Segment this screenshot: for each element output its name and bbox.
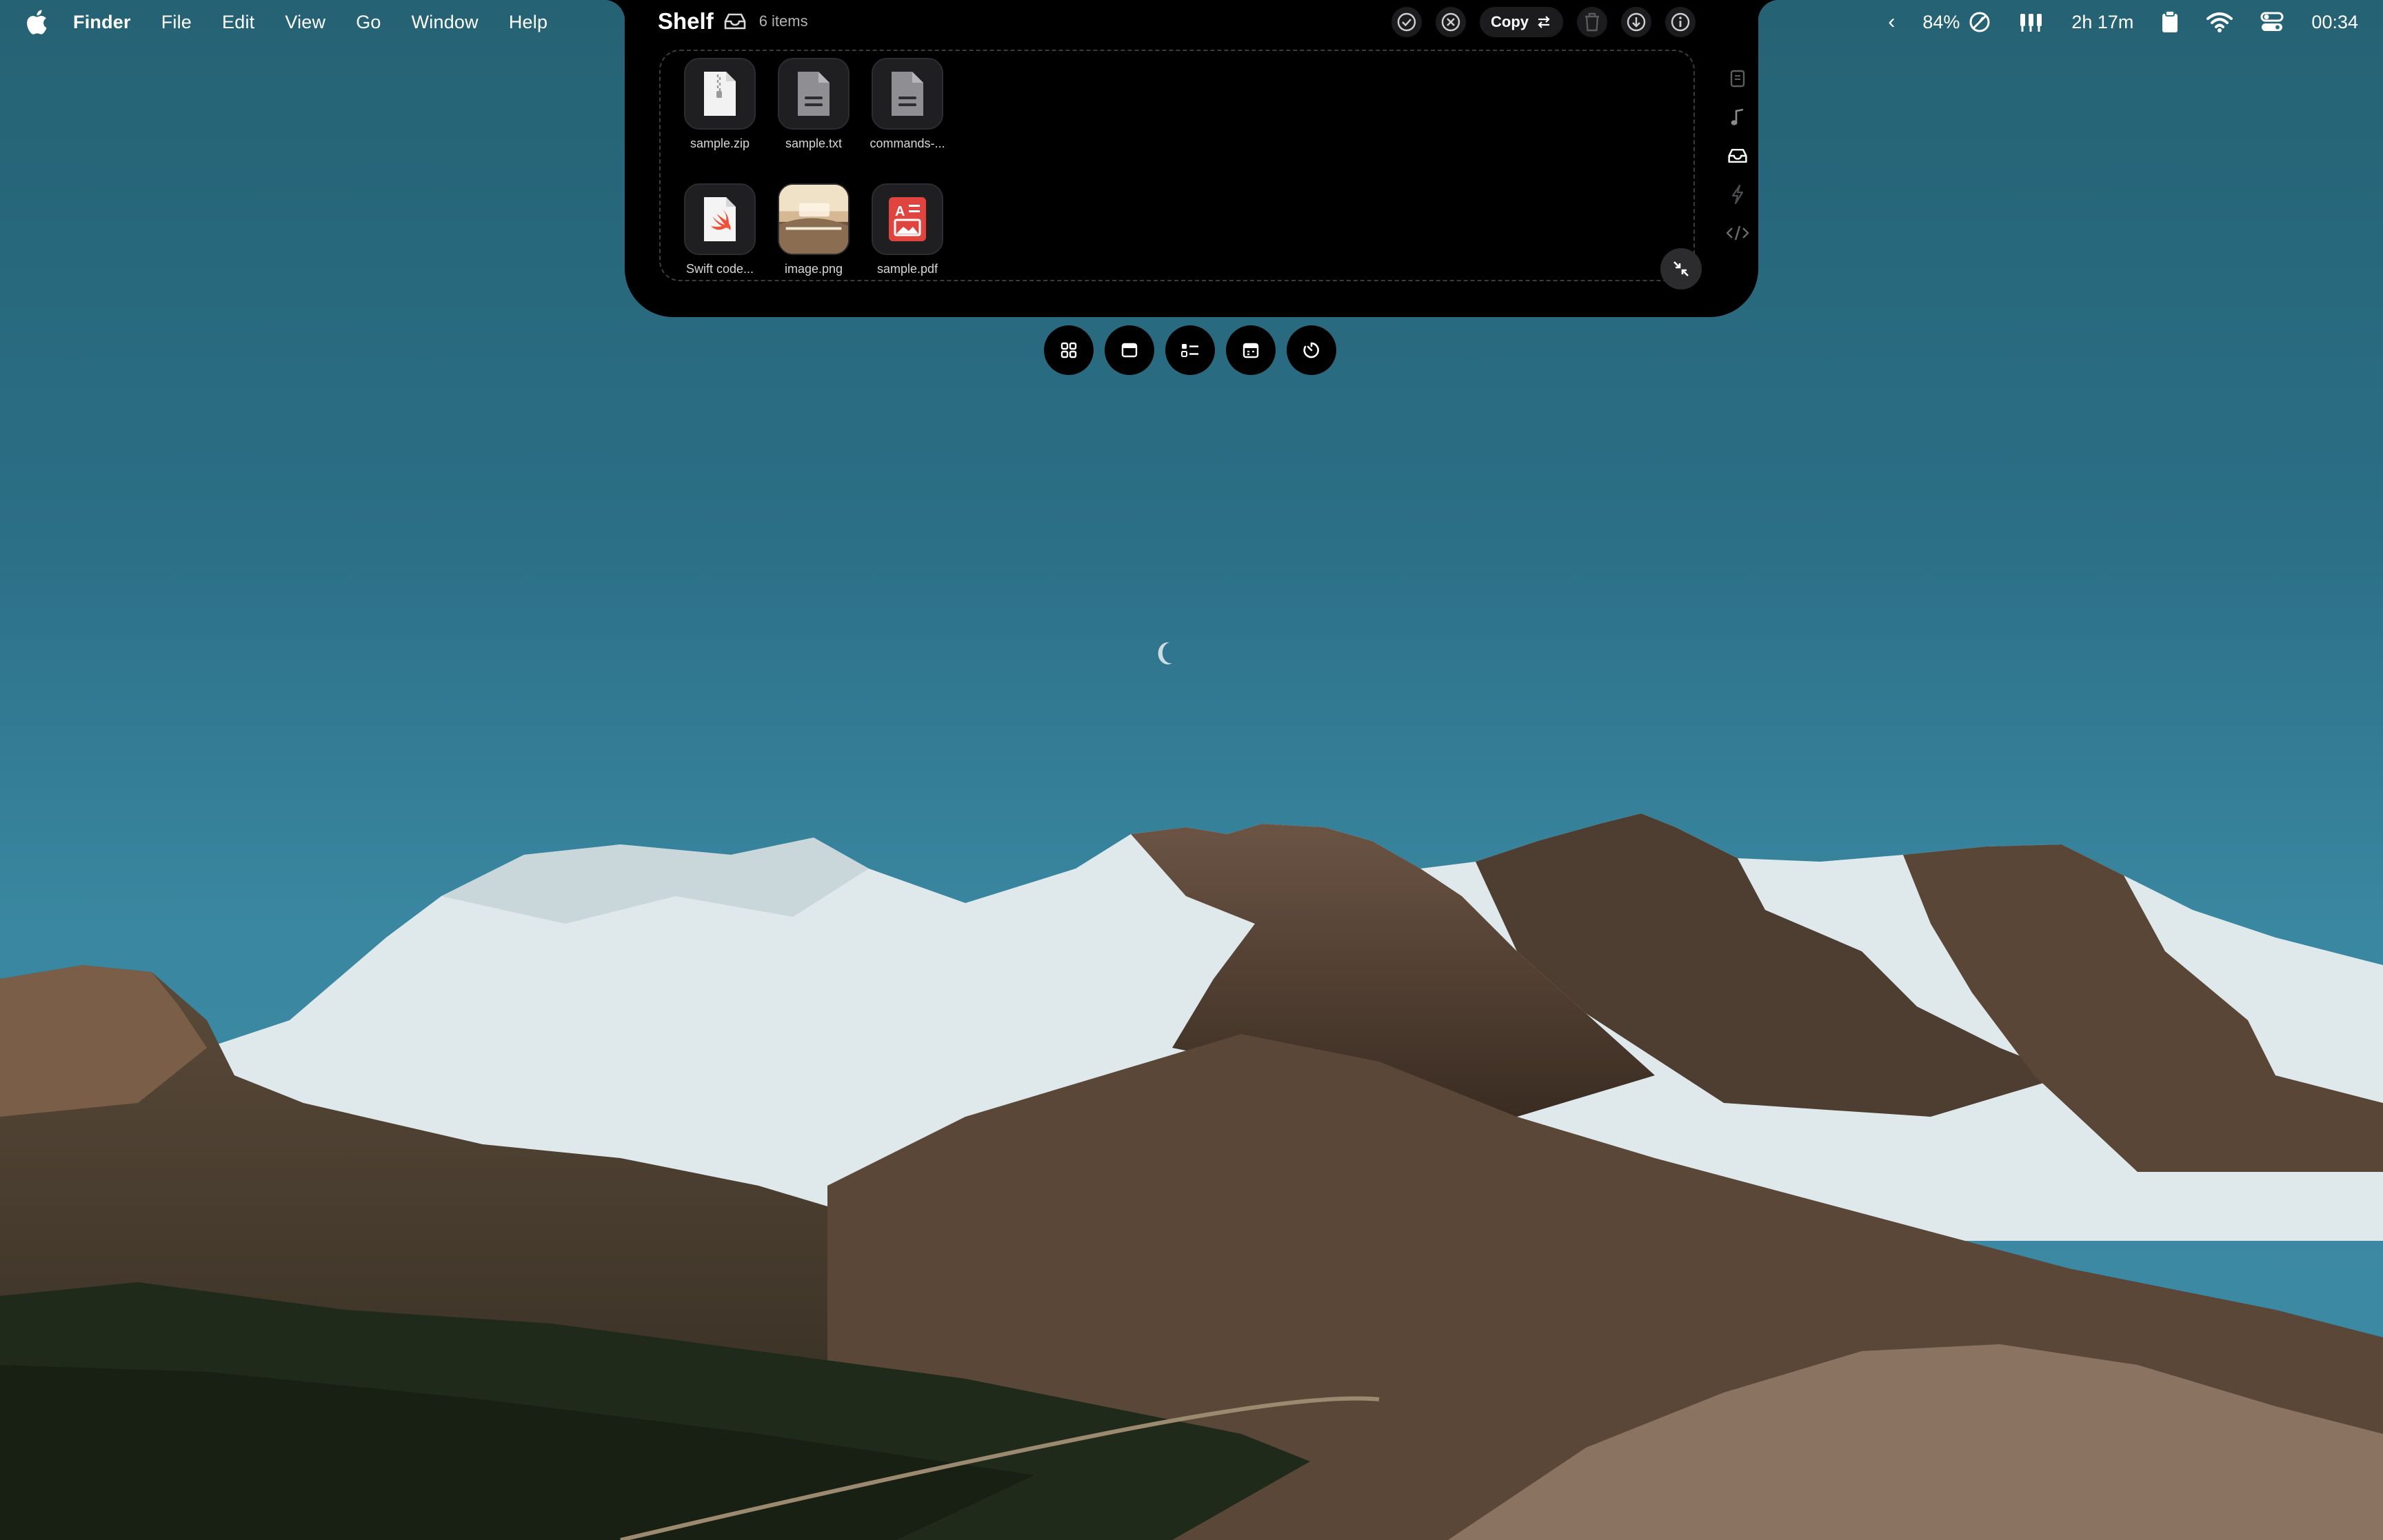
timer-icon [1303,342,1319,358]
apple-logo-icon[interactable] [25,9,48,35]
svg-text:A: A [895,204,905,219]
shelf-item-name: sample.zip [690,136,750,150]
tab-calendar[interactable] [1226,325,1276,375]
arrows-collapse-icon [1673,261,1689,276]
shelf-item[interactable]: A sample.pdf [861,183,954,276]
image-thumbnail [778,183,849,255]
lightning-bolt-icon [1731,184,1744,205]
menu-file[interactable]: File [161,12,192,33]
text-file-icon [872,58,943,130]
tab-timer[interactable] [1287,325,1336,375]
code-brackets-icon [1726,225,1749,241]
shelf-mode-tabs [1044,325,1347,375]
shelf-item[interactable]: Swift code... [673,183,767,276]
wifi-icon[interactable] [2206,12,2233,32]
shelf-item[interactable]: image.png [767,183,861,276]
zip-file-icon [684,58,756,130]
tab-grid[interactable] [1044,325,1094,375]
control-center-icon[interactable] [2260,12,2284,32]
shelf-side-nav [1717,59,1758,252]
menu-view[interactable]: View [285,12,325,33]
shelf-item-name: Swift code... [685,262,754,276]
gauge-slash-icon [1969,12,1990,32]
calendar-icon [1243,343,1259,358]
menu-window[interactable]: Window [412,12,479,33]
text-file-icon [778,58,849,130]
side-nav-shortcuts[interactable] [1717,175,1758,214]
side-nav-music[interactable] [1717,98,1758,136]
music-note-icon [1731,108,1744,125]
menubar-overflow-chevron-icon[interactable]: ‹ [1888,10,1895,34]
swift-file-icon [684,183,756,255]
tab-window[interactable] [1105,325,1154,375]
shelf-item-name: sample.txt [785,136,843,150]
collapse-button[interactable] [1660,248,1702,290]
app-menu-finder[interactable]: Finder [73,12,131,33]
menu-edit[interactable]: Edit [222,12,254,33]
menu-bar: Finder File Edit View Go Window Help ‹ 8… [0,0,2383,44]
shelf-item[interactable]: sample.txt [767,58,861,151]
battery-percent-label: 84% [1922,11,1960,32]
vitals-icon[interactable] [2019,11,2044,33]
tray-icon [1728,148,1747,163]
tab-checklist[interactable] [1165,325,1215,375]
shelf-item-name: commands-... [869,136,945,150]
shelf-item-name: image.png [784,262,843,276]
window-icon [1121,343,1138,358]
pdf-file-icon: A [872,183,943,255]
clipboard-icon[interactable] [2161,10,2179,34]
side-nav-code[interactable] [1717,214,1758,252]
time-remaining-label[interactable]: 2h 17m [2071,12,2133,33]
clipboard-history-icon [1730,70,1745,88]
menu-go[interactable]: Go [356,12,381,33]
side-nav-shelf[interactable] [1717,136,1758,175]
shelf-item[interactable]: sample.zip [673,58,767,151]
menu-help[interactable]: Help [509,12,547,33]
grid-icon [1060,342,1077,358]
shelf-item-name: sample.pdf [876,262,938,276]
checklist-icon [1181,344,1198,357]
clock[interactable]: 00:34 [2311,12,2358,33]
shelf-panel: Shelf 6 items Copy sample.zip sample.txt… [604,0,1779,317]
shelf-drop-area[interactable]: sample.zip sample.txt commands-... Swift… [659,50,1695,281]
shelf-item[interactable]: commands-... [861,58,954,151]
battery-percent-status[interactable]: 84% [1922,10,1991,34]
side-nav-clipboard[interactable] [1717,59,1758,98]
